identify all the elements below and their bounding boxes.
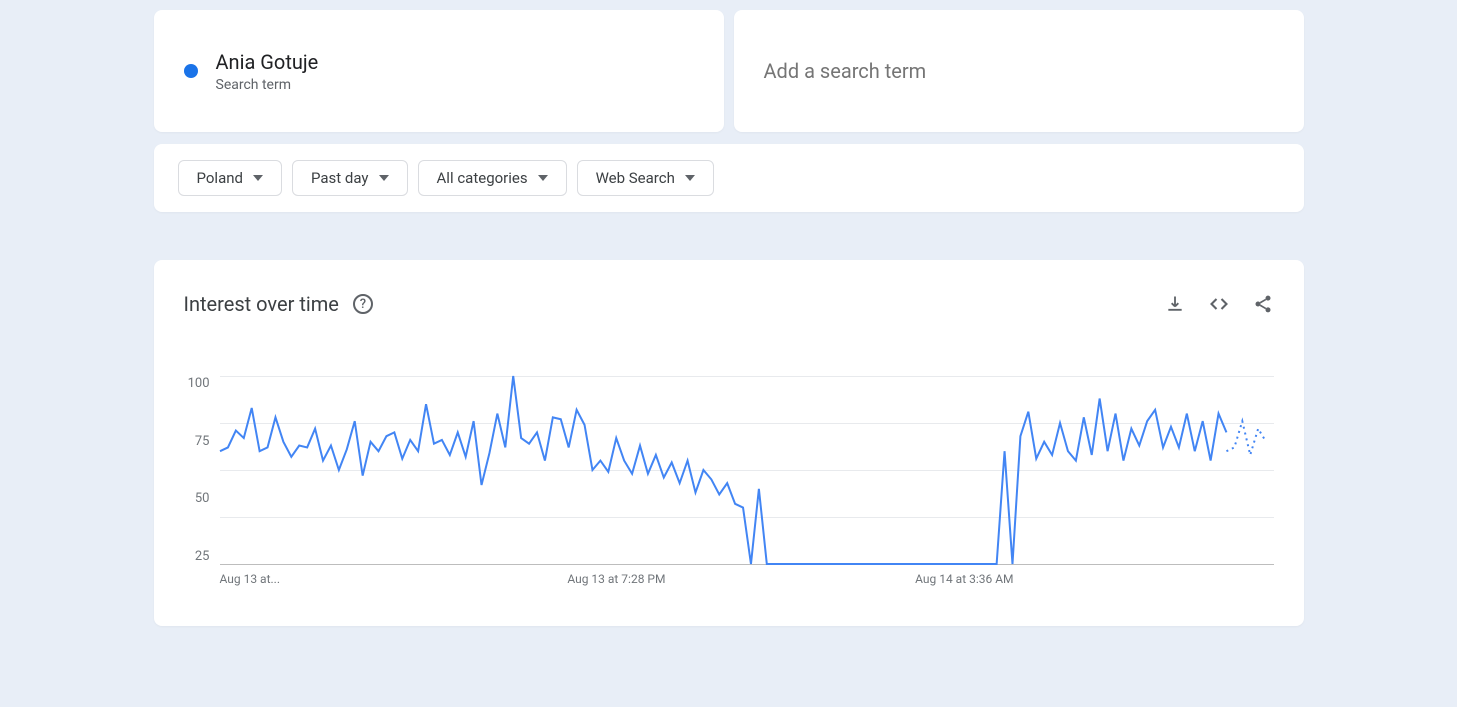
y-tick: 100: [184, 376, 210, 391]
filter-region[interactable]: Poland: [178, 160, 282, 196]
download-icon: [1165, 294, 1185, 314]
chevron-down-icon: [253, 175, 263, 181]
filter-category-label: All categories: [437, 169, 528, 187]
chevron-down-icon: [685, 175, 695, 181]
x-tick: Aug 13 at...: [220, 572, 568, 586]
filter-category[interactable]: All categories: [418, 160, 567, 196]
filter-search-type-label: Web Search: [596, 169, 675, 187]
interest-over-time-card: Interest over time ? 100 75 50 25: [154, 260, 1304, 626]
filter-time-label: Past day: [311, 169, 369, 187]
chart-title: Interest over time: [184, 292, 339, 316]
chart-y-axis: 100 75 50 25: [184, 376, 210, 564]
code-icon: [1208, 294, 1230, 314]
search-term-subtitle: Search term: [216, 77, 319, 93]
filter-region-label: Poland: [197, 169, 243, 187]
x-tick: Aug 14 at 3:36 AM: [915, 572, 1263, 586]
search-term-card[interactable]: Ania Gotuje Search term: [154, 10, 724, 132]
filter-search-type[interactable]: Web Search: [577, 160, 714, 196]
add-search-placeholder: Add a search term: [764, 59, 927, 83]
add-search-term-card[interactable]: Add a search term: [734, 10, 1304, 132]
y-tick: 50: [184, 491, 210, 506]
share-button[interactable]: [1252, 293, 1274, 315]
chart-line: [220, 376, 1274, 564]
y-tick: 75: [184, 434, 210, 449]
embed-button[interactable]: [1208, 293, 1230, 315]
help-icon[interactable]: ?: [353, 294, 373, 314]
filter-time[interactable]: Past day: [292, 160, 408, 196]
chart-plot-area: [220, 376, 1274, 564]
chevron-down-icon: [379, 175, 389, 181]
filters-bar: Poland Past day All categories Web Searc…: [154, 144, 1304, 212]
x-tick: Aug 13 at 7:28 PM: [567, 572, 915, 586]
chevron-down-icon: [538, 175, 548, 181]
search-term-name: Ania Gotuje: [216, 50, 319, 74]
series-color-dot: [184, 64, 198, 78]
y-tick: 25: [184, 549, 210, 564]
share-icon: [1253, 294, 1273, 314]
download-button[interactable]: [1164, 293, 1186, 315]
chart-x-axis: Aug 13 at... Aug 13 at 7:28 PM Aug 14 at…: [220, 572, 1274, 586]
